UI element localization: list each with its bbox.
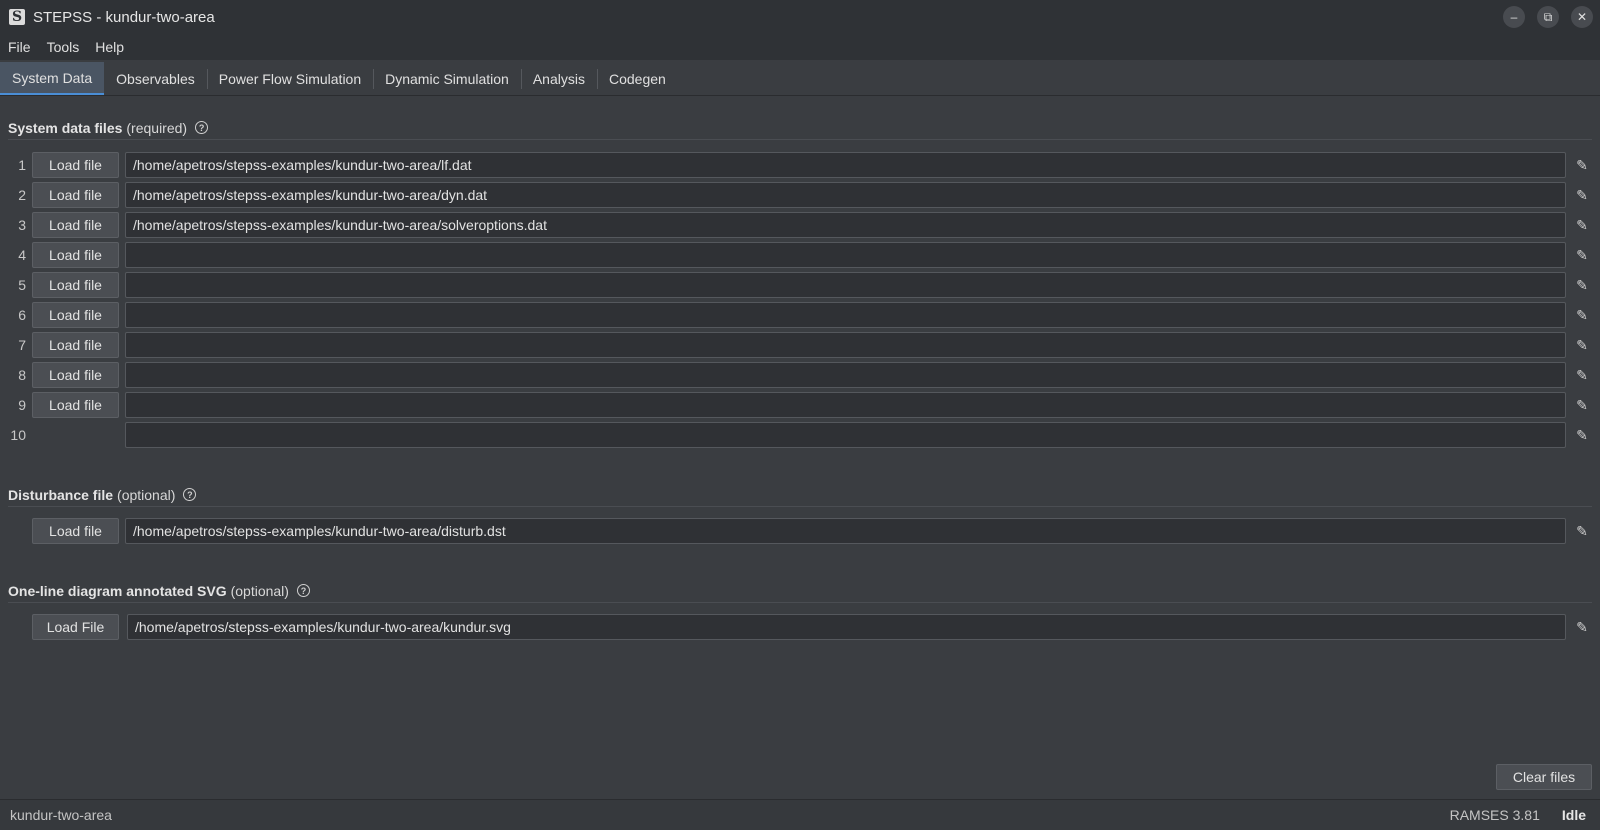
system-file-row: 7 Load file ✎ bbox=[0, 332, 1600, 358]
row-number: 7 bbox=[18, 337, 26, 353]
system-file-row: 8 Load file ✎ bbox=[0, 362, 1600, 388]
row-number: 2 bbox=[18, 187, 26, 203]
system-file-row: 3 Load file/home/apetros/stepss-examples/… bbox=[0, 212, 1600, 238]
app-logo-icon: S bbox=[9, 9, 25, 25]
system-file-row: 1 Load file/home/apetros/stepss-examples/… bbox=[0, 152, 1600, 178]
file-path-field[interactable] bbox=[125, 272, 1566, 298]
close-icon[interactable]: ✕ bbox=[1571, 6, 1593, 28]
help-icon[interactable]: ? bbox=[195, 121, 209, 134]
system-file-row: 4 Load file ✎ bbox=[0, 242, 1600, 268]
help-icon[interactable]: ? bbox=[296, 584, 310, 597]
file-path-field[interactable] bbox=[125, 242, 1566, 268]
file-path-field[interactable]: /home/apetros/stepss-examples/kundur-two… bbox=[125, 182, 1566, 208]
load-file-button[interactable]: Load File bbox=[32, 614, 119, 640]
load-file-button[interactable]: Load file bbox=[32, 242, 119, 268]
disturbance-file-header: Disturbance file (optional) ? bbox=[8, 483, 1592, 507]
tab-codegen[interactable]: Codegen bbox=[596, 62, 678, 95]
pencil-icon[interactable]: ✎ bbox=[1574, 427, 1590, 443]
file-path-field[interactable]: /home/apetros/stepss-examples/kundur-two… bbox=[125, 152, 1566, 178]
status-bar: kundur-two-area RAMSES 3.81 Idle bbox=[0, 799, 1600, 830]
minimize-icon[interactable]: – bbox=[1503, 6, 1525, 28]
pencil-icon[interactable]: ✎ bbox=[1574, 619, 1590, 635]
load-file-button[interactable]: Load file bbox=[32, 272, 119, 298]
pencil-icon[interactable]: ✎ bbox=[1574, 217, 1590, 233]
system-file-row: 10 ✎ bbox=[0, 422, 1600, 448]
svg-file-header: One-line diagram annotated SVG (optional… bbox=[8, 579, 1592, 603]
load-file-button[interactable]: Load file bbox=[32, 332, 119, 358]
tab-power-flow-simulation[interactable]: Power Flow Simulation bbox=[206, 62, 373, 95]
row-number: 6 bbox=[18, 307, 26, 323]
menu-tools[interactable]: Tools bbox=[39, 39, 88, 55]
clear-files-button[interactable]: Clear files bbox=[1496, 764, 1592, 790]
tab-bar: System Data Observables Power Flow Simul… bbox=[0, 62, 1600, 96]
load-file-button[interactable]: Load file bbox=[32, 212, 119, 238]
pencil-icon[interactable]: ✎ bbox=[1574, 337, 1590, 353]
restore-icon[interactable]: ⧉ bbox=[1537, 6, 1559, 28]
menu-help[interactable]: Help bbox=[87, 39, 132, 55]
system-file-row: 6 Load file ✎ bbox=[0, 302, 1600, 328]
file-path-field[interactable] bbox=[125, 362, 1566, 388]
file-path-field[interactable] bbox=[125, 392, 1566, 418]
tab-observables[interactable]: Observables bbox=[104, 62, 207, 95]
svg-file-row: Load File /home/apetros/stepss-examples/… bbox=[0, 614, 1600, 640]
load-file-button[interactable]: Load file bbox=[32, 518, 119, 544]
pencil-icon[interactable]: ✎ bbox=[1574, 307, 1590, 323]
section-qualifier: (required) bbox=[126, 119, 188, 136]
tab-analysis[interactable]: Analysis bbox=[520, 62, 597, 95]
system-file-row: 9 Load file ✎ bbox=[0, 392, 1600, 418]
pencil-icon[interactable]: ✎ bbox=[1574, 367, 1590, 383]
row-number: 3 bbox=[18, 217, 26, 233]
load-file-button[interactable]: Load file bbox=[32, 302, 119, 328]
section-qualifier: (optional) bbox=[230, 582, 289, 599]
load-file-button[interactable]: Load file bbox=[32, 362, 119, 388]
pencil-icon[interactable]: ✎ bbox=[1574, 247, 1590, 263]
row-number: 4 bbox=[18, 247, 26, 263]
disturbance-file-row: Load file /home/apetros/stepss-examples/… bbox=[0, 518, 1600, 544]
status-project: kundur-two-area bbox=[10, 807, 112, 823]
section-title: One-line diagram annotated SVG bbox=[8, 582, 227, 599]
title-bar: S STEPSS - kundur-two-area – ⧉ ✕ bbox=[0, 0, 1600, 34]
load-file-button[interactable]: Load file bbox=[32, 182, 119, 208]
tab-system-data[interactable]: System Data bbox=[0, 62, 105, 95]
row-number: 9 bbox=[18, 397, 26, 413]
section-title: System data files bbox=[8, 119, 123, 136]
window-controls: – ⧉ ✕ bbox=[1503, 6, 1593, 28]
system-file-row: 5 Load file ✎ bbox=[0, 272, 1600, 298]
file-path-field[interactable] bbox=[125, 422, 1566, 448]
status-state: Idle bbox=[1561, 807, 1586, 823]
disturbance-path-field[interactable]: /home/apetros/stepss-examples/kundur-two… bbox=[125, 518, 1566, 544]
pencil-icon[interactable]: ✎ bbox=[1574, 157, 1590, 173]
tab-dynamic-simulation[interactable]: Dynamic Simulation bbox=[373, 62, 521, 95]
file-path-field[interactable] bbox=[125, 332, 1566, 358]
system-file-row: 2 Load file/home/apetros/stepss-examples/… bbox=[0, 182, 1600, 208]
row-number: 5 bbox=[18, 277, 26, 293]
pencil-icon[interactable]: ✎ bbox=[1574, 277, 1590, 293]
section-title: Disturbance file bbox=[8, 486, 114, 503]
row-number: 10 bbox=[10, 427, 26, 443]
section-qualifier: (optional) bbox=[117, 486, 176, 503]
row-number: 1 bbox=[18, 157, 26, 173]
menu-bar: File Tools Help bbox=[0, 34, 1600, 60]
load-file-button[interactable]: Load file bbox=[32, 152, 119, 178]
pencil-icon[interactable]: ✎ bbox=[1574, 187, 1590, 203]
system-data-files-header: System data files (required) ? bbox=[8, 116, 1592, 140]
status-engine: RAMSES 3.81 bbox=[1449, 807, 1540, 823]
help-icon[interactable]: ? bbox=[183, 488, 197, 501]
pencil-icon[interactable]: ✎ bbox=[1574, 523, 1590, 539]
file-path-field[interactable] bbox=[125, 302, 1566, 328]
menu-file[interactable]: File bbox=[0, 39, 39, 55]
window-title: STEPSS - kundur-two-area bbox=[33, 8, 215, 26]
pencil-icon[interactable]: ✎ bbox=[1574, 397, 1590, 413]
row-number: 8 bbox=[18, 367, 26, 383]
load-file-button[interactable]: Load file bbox=[32, 392, 119, 418]
file-path-field[interactable]: /home/apetros/stepss-examples/kundur-two… bbox=[125, 212, 1566, 238]
svg-path-field[interactable]: /home/apetros/stepss-examples/kundur-two… bbox=[127, 614, 1566, 640]
